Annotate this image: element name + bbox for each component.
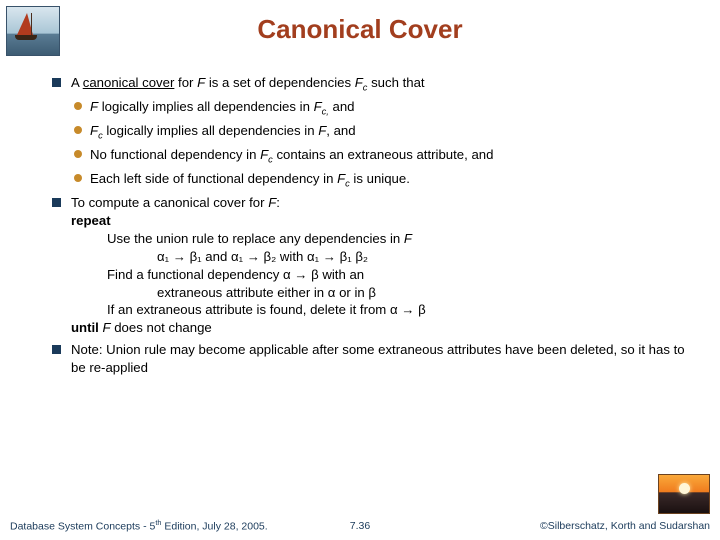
- logo-bottom-right: [658, 474, 710, 514]
- bullet-level2: Each left side of functional dependency …: [74, 170, 700, 190]
- slide-title: Canonical Cover: [0, 14, 720, 45]
- round-bullet-icon: [74, 174, 82, 182]
- bullet-level1: A canonical cover for F is a set of depe…: [52, 74, 700, 94]
- slide-footer: Database System Concepts - 5th Edition, …: [10, 518, 710, 533]
- footer-center: 7.36: [10, 520, 710, 532]
- round-bullet-icon: [74, 126, 82, 134]
- sunset-icon: [679, 483, 690, 494]
- bullet-text: Note: Union rule may become applicable a…: [71, 341, 700, 377]
- round-bullet-icon: [74, 102, 82, 110]
- slide-body: A canonical cover for F is a set of depe…: [52, 74, 700, 480]
- bullet-text: To compute a canonical cover for F: repe…: [71, 194, 426, 337]
- bullet-text: Each left side of functional dependency …: [90, 170, 410, 190]
- bullet-level2: No functional dependency in Fc contains …: [74, 146, 700, 166]
- bullet-level2: F logically implies all dependencies in …: [74, 98, 700, 118]
- bullet-level2: Fc logically implies all dependencies in…: [74, 122, 700, 142]
- square-bullet-icon: [52, 198, 61, 207]
- bullet-text: Fc logically implies all dependencies in…: [90, 122, 356, 142]
- bullet-text: F logically implies all dependencies in …: [90, 98, 355, 118]
- round-bullet-icon: [74, 150, 82, 158]
- bullet-level1: To compute a canonical cover for F: repe…: [52, 194, 700, 337]
- bullet-text: A canonical cover for F is a set of depe…: [71, 74, 425, 94]
- bullet-level1: Note: Union rule may become applicable a…: [52, 341, 700, 377]
- bullet-text: No functional dependency in Fc contains …: [90, 146, 493, 166]
- square-bullet-icon: [52, 345, 61, 354]
- square-bullet-icon: [52, 78, 61, 87]
